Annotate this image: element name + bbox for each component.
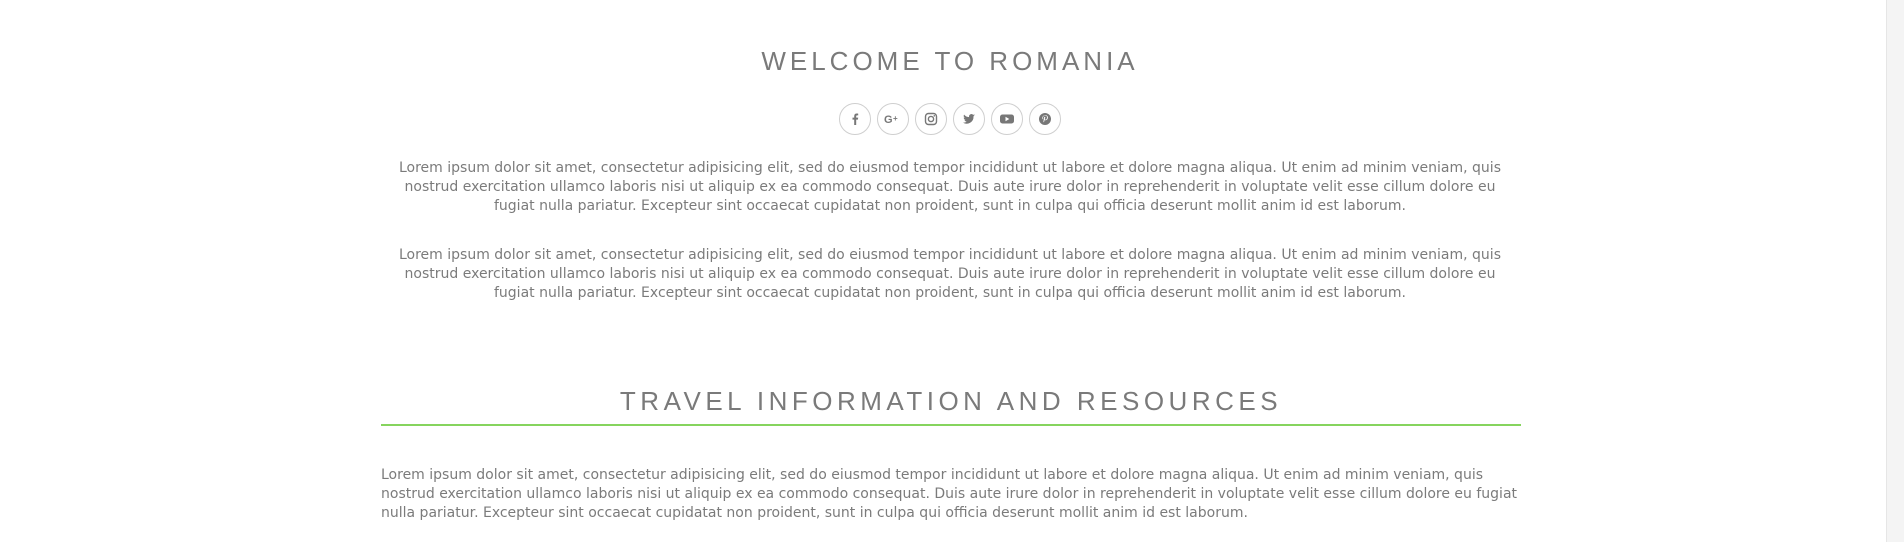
google-plus-button[interactable]: G + <box>877 103 909 135</box>
youtube-button[interactable] <box>991 103 1023 135</box>
youtube-icon <box>999 112 1015 126</box>
intro-paragraph: Lorem ipsum dolor sit amet, consectetur … <box>398 247 1501 301</box>
facebook-button[interactable] <box>839 103 871 135</box>
section-divider <box>381 424 1521 426</box>
scrollbar[interactable] <box>1886 0 1904 542</box>
instagram-button[interactable] <box>915 103 947 135</box>
facebook-icon <box>848 112 862 126</box>
travel-paragraph: Lorem ipsum dolor sit amet, consectetur … <box>381 467 1518 521</box>
social-links: G + <box>380 103 1520 135</box>
pinterest-icon <box>1038 112 1052 126</box>
twitter-icon <box>962 112 976 126</box>
svg-text:G: G <box>884 114 893 126</box>
twitter-button[interactable] <box>953 103 985 135</box>
instagram-icon <box>924 112 938 126</box>
pinterest-button[interactable] <box>1029 103 1061 135</box>
intro-paragraph: Lorem ipsum dolor sit amet, consectetur … <box>398 160 1501 214</box>
welcome-title: WELCOME TO ROMANIA <box>761 46 1139 76</box>
google-plus-icon: G + <box>884 112 902 126</box>
travel-section: TRAVEL INFORMATION AND RESOURCES Lorem i… <box>381 386 1521 523</box>
page: WELCOME TO ROMANIA G + Lorem ipsum dolor… <box>0 0 1904 542</box>
svg-text:+: + <box>893 114 898 123</box>
welcome-section: WELCOME TO ROMANIA G + Lorem ipsum dolor… <box>380 0 1520 303</box>
travel-title: TRAVEL INFORMATION AND RESOURCES <box>619 386 1283 416</box>
